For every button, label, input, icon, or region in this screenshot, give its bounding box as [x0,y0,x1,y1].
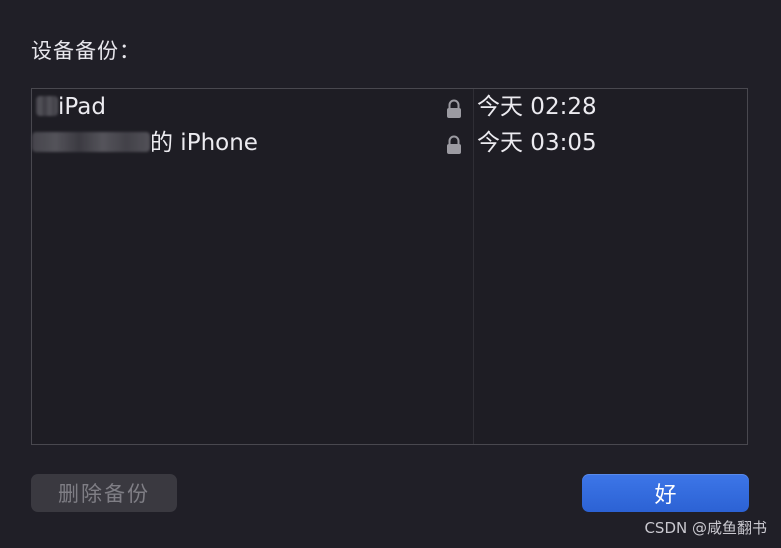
backup-name-suffix: 的 iPhone [150,130,258,156]
delete-backup-button[interactable]: 删除备份 [31,474,177,512]
watermark-text: CSDN @咸鱼翻书 [644,519,767,537]
backup-row-iphone[interactable]: 的 iPhone 今天 03:05 [32,125,747,161]
backup-name: iPad [36,93,106,121]
backup-row-ipad[interactable]: iPad 今天 02:28 [32,89,747,125]
lock-icon [447,99,461,118]
redacted-name-blur [36,95,58,116]
ok-button[interactable]: 好 [582,474,749,512]
backup-name: 的 iPhone [32,129,258,157]
backup-name-suffix: iPad [58,94,106,120]
dialog-title: 设备备份： [31,39,141,63]
lock-icon [447,135,461,154]
backup-time: 今天 02:28 [477,94,597,120]
backup-list[interactable]: iPad 今天 02:28 的 iPhone 今天 03:05 [31,88,748,445]
redacted-name-blur [32,131,150,152]
backup-time: 今天 03:05 [477,130,597,156]
